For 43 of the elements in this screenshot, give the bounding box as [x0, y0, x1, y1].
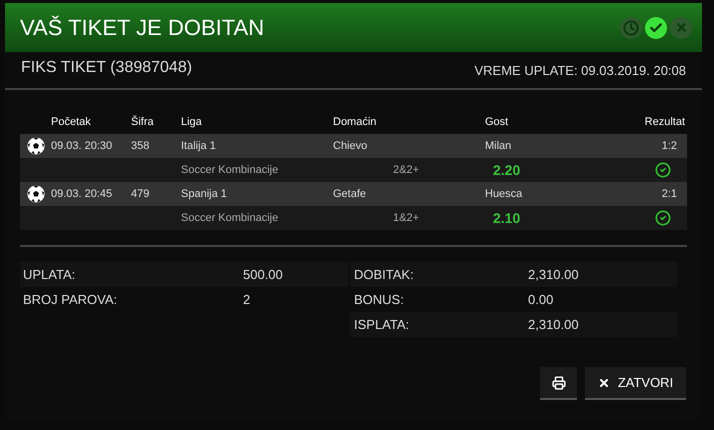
summary-label: BROJ PAROVA: [23, 290, 118, 309]
summary-label: ISPLATA: [354, 316, 410, 334]
table-cell-text: 358 [131, 138, 150, 154]
table-cell-text: Huesca [485, 186, 524, 202]
soccer-ball-icon [26, 137, 44, 155]
summary-value: 0.00 [528, 290, 554, 309]
table-cell-text: 479 [131, 186, 150, 202]
table-cell-text: 2&2+ [393, 162, 420, 178]
column-header: Početak [51, 114, 92, 130]
column-header: Šifra [131, 114, 155, 130]
table-cell-text: Getafe [333, 186, 368, 202]
odds: 2.10 [493, 208, 522, 228]
column-header: Gost [485, 114, 510, 130]
close-icon [598, 376, 610, 388]
table-cell-text: 2:1 [660, 186, 678, 202]
payment-time: VREME UPLATE: 09.03.2019. 20:08 [474, 62, 686, 80]
table-cell-text: Spanija 1 [181, 186, 228, 202]
soccer-ball-icon [26, 185, 44, 203]
summary-value: 2,310.00 [528, 316, 579, 334]
summary-label: DOBITAK: [354, 266, 415, 284]
printer-icon [552, 376, 566, 390]
close-button[interactable]: ZATVORI [585, 367, 686, 400]
summary-value: 2 [243, 290, 250, 309]
table-cell-text: 09.03. 20:45 [51, 186, 114, 202]
column-header: Domaćin [333, 114, 378, 130]
summary-label: BONUS: [354, 290, 405, 309]
table-cell-text: 1:2 [660, 138, 678, 154]
odds: 2.20 [493, 160, 522, 180]
column-header: Rezultat [644, 114, 686, 130]
summary-value: 2,310.00 [528, 266, 579, 284]
table-cell-text: Milan [485, 138, 512, 154]
summary-label: UPLATA: [23, 266, 76, 284]
dialog-title: VAŠ TIKET JE DOBITAN [20, 14, 264, 42]
table-cell-text: Soccer Kombinacije [181, 162, 280, 178]
ticket-title: FIKS TIKET (38987048) [21, 58, 192, 78]
summary-value: 500.00 [243, 266, 283, 284]
table-cell-text: Chievo [333, 138, 368, 154]
table-cell-text: Italija 1 [181, 138, 217, 154]
table-cell-text: 09.03. 20:30 [51, 138, 114, 154]
print-button[interactable] [540, 367, 577, 400]
table-cell-text: 1&2+ [393, 210, 420, 226]
table-cell-text: Soccer Kombinacije [181, 210, 280, 226]
column-header: Liga [181, 114, 203, 130]
